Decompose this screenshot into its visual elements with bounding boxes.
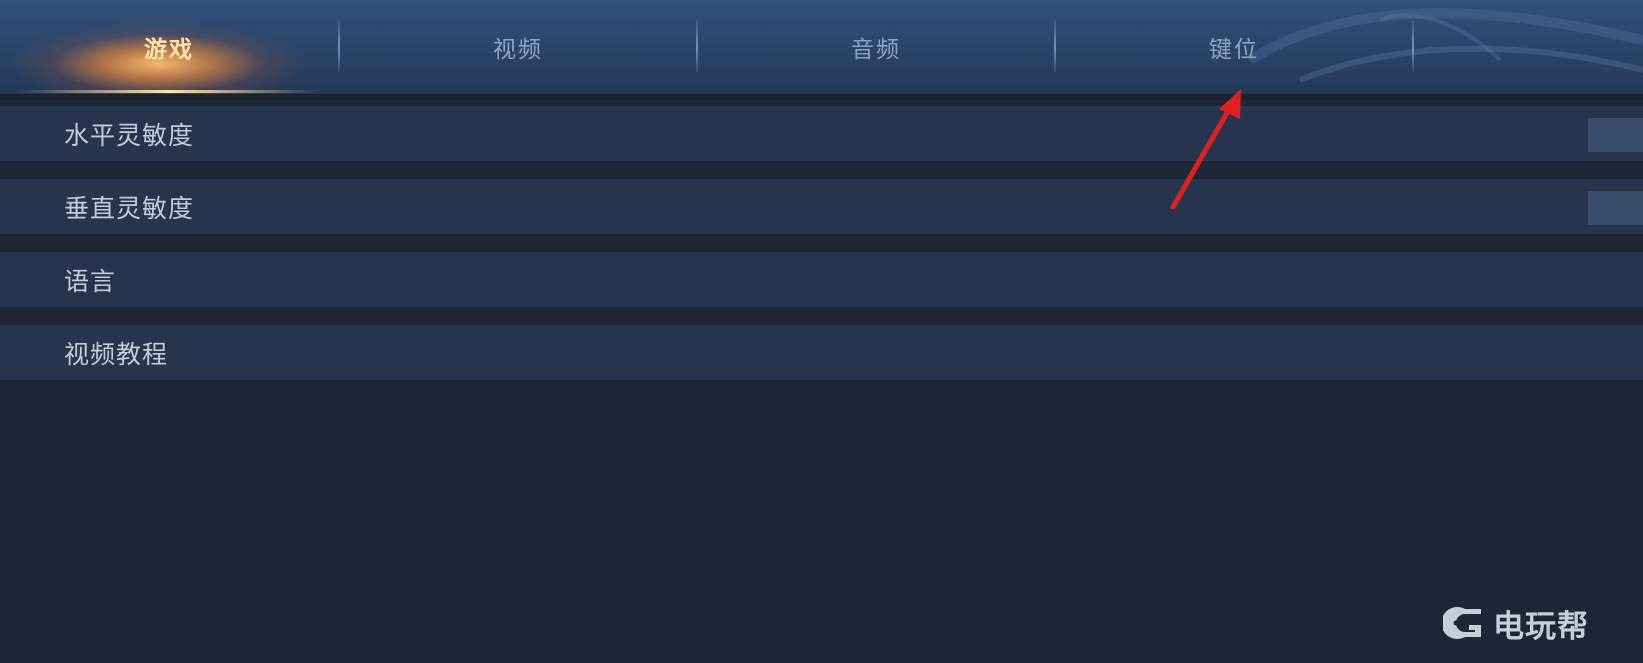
setting-label: 垂直灵敏度 <box>64 193 195 223</box>
tab-game-label: 游戏 <box>144 37 194 63</box>
tab-video[interactable]: 视频 <box>340 0 696 94</box>
setting-label: 视频教程 <box>64 339 169 369</box>
tab-game[interactable]: 游戏 <box>0 0 338 94</box>
watermark-text: 电玩帮 <box>1493 608 1589 645</box>
tab-separator <box>1412 20 1414 72</box>
setting-row-language[interactable]: 语言 <box>0 252 1643 307</box>
tab-keybindings[interactable]: 键位 <box>1056 0 1412 94</box>
tab-audio[interactable]: 音频 <box>698 0 1054 94</box>
setting-row-video-tutorial[interactable]: 视频教程 <box>0 325 1643 380</box>
tab-audio-label: 音频 <box>851 37 901 63</box>
setting-row-horizontal-sensitivity[interactable]: 水平灵敏度 <box>0 106 1643 161</box>
setting-label: 水平灵敏度 <box>64 120 195 150</box>
setting-row-vertical-sensitivity[interactable]: 垂直灵敏度 <box>0 179 1643 234</box>
tab-video-label: 视频 <box>493 37 543 63</box>
horizontal-sensitivity-slider[interactable] <box>1588 118 1643 152</box>
vertical-sensitivity-slider[interactable] <box>1588 191 1643 225</box>
settings-tab-bar: 游戏 视频 音频 键位 <box>0 0 1643 94</box>
tabbar-bottom-border <box>0 94 1643 100</box>
watermark: 电玩帮 <box>1443 603 1589 645</box>
gamepad-icon <box>1443 607 1481 639</box>
tab-keybindings-label: 键位 <box>1209 37 1259 63</box>
setting-label: 语言 <box>64 266 117 296</box>
